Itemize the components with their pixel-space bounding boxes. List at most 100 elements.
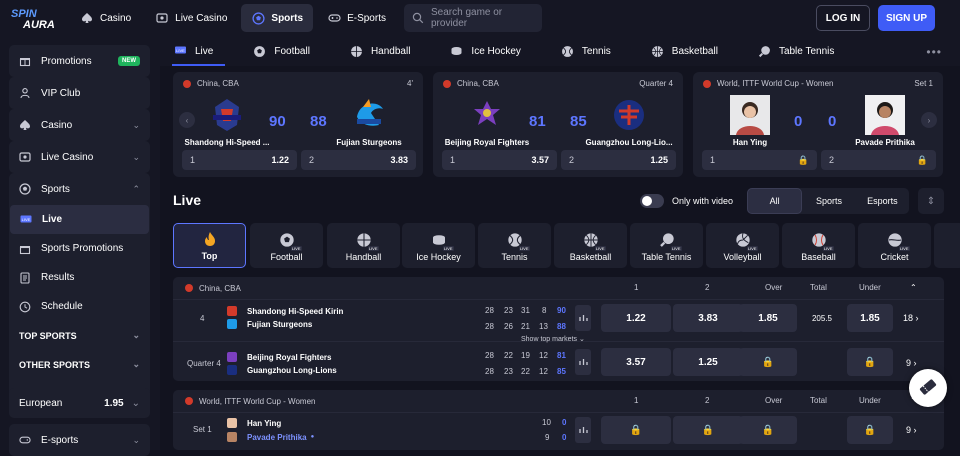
featured-match-card[interactable]: China, CBA 4' ‹ 90 88 Shandong Hi-Speed … [173,72,423,177]
quarter-score: 31 [521,306,530,315]
category-more[interactable] [934,223,960,268]
sidebar-sub-results[interactable]: Results [9,263,150,292]
category-volleyball[interactable]: LIVE Volleyball [706,223,779,268]
more-icon[interactable]: ••• [926,45,942,59]
stats-icon[interactable] [575,349,591,375]
table-row[interactable]: Set 1 Han Ying Pavade Prithika ● 10 0 9 0… [173,414,944,450]
handball-icon: LIVE [356,232,379,251]
category-baseball[interactable]: LIVE Baseball [782,223,855,268]
stats-icon[interactable] [575,417,591,443]
odd-button-locked[interactable]: 1 🔒 [702,150,817,170]
filter-all[interactable]: All [747,188,803,214]
lock-icon: 🔒 [797,154,809,165]
odd-button[interactable]: 1 3.57 [442,150,557,170]
quarter-score: 12 [539,351,548,360]
nav-live-casino[interactable]: Live Casino [145,4,237,32]
odd-button[interactable]: 3.83 [673,304,743,332]
sidebar-item-casino[interactable]: Casino ⌄ [9,109,150,141]
tab-football[interactable]: Football [251,36,312,66]
stats-icon[interactable] [575,305,591,331]
lock-icon[interactable]: 🔒 [601,416,671,444]
category-ice-hockey[interactable]: LIVE Ice Hockey [402,223,475,268]
home-team: Beijing Royal Fighters [444,138,530,147]
filter-sports[interactable]: Sports [802,188,855,214]
signup-button[interactable]: SIGN UP [878,5,935,31]
odd-button-locked[interactable]: 2 🔒 [821,150,936,170]
login-button[interactable]: LOG IN [816,5,870,31]
only-video-label: Only with video [672,196,734,206]
sidebar-item-promotions[interactable]: Promotions NEW [9,45,150,77]
gamepad-icon [19,434,31,446]
more-markets-link[interactable]: 18 › [903,313,919,323]
chevron-right-icon[interactable]: › [921,112,937,128]
odd-button[interactable]: 2 1.25 [561,150,676,170]
table-row[interactable]: 4 Shandong Hi-Speed Kirin Fujian Sturgeo… [173,301,944,337]
filter-esports[interactable]: Esports [856,188,909,214]
odd-button[interactable]: 1.22 [601,304,671,332]
sidebar-item-live-casino[interactable]: Live Casino ⌄ [9,141,150,173]
category-top[interactable]: Top [173,223,246,268]
sidebar-sub-schedule[interactable]: Schedule [9,292,150,321]
category-cricket[interactable]: LIVE Cricket [858,223,931,268]
collapse-icon[interactable]: ⇕ [918,188,944,214]
quarter-score: 22 [504,351,513,360]
odds-format-select[interactable]: European 1.95 ⌄ [9,388,150,418]
show-top-markets-link[interactable]: Show top markets ⌄ [521,335,585,343]
category-football[interactable]: LIVE Football [250,223,323,268]
sidebar-other-sports[interactable]: OTHER SPORTS ⌄ [9,350,150,379]
sidebar-item-esports[interactable]: E-sports ⌄ [9,424,150,456]
lock-icon[interactable]: 🔒 [739,416,797,444]
betslip-button[interactable] [909,369,947,407]
lock-icon[interactable]: 🔒 [673,416,743,444]
tab-table-tennis[interactable]: Table Tennis [756,36,836,66]
nav-sports[interactable]: Sports [241,4,314,32]
tab-ice-hockey[interactable]: Ice Hockey [448,36,522,66]
chevron-down-icon: ⌄ [131,397,140,409]
category-label: Baseball [801,252,836,262]
odd-button[interactable]: 1.25 [673,348,743,376]
table-tennis-icon: LIVE [659,232,682,251]
sidebar-sub-promotions[interactable]: Sports Promotions [9,234,150,263]
nav-casino[interactable]: Casino [70,4,141,32]
nav-casino-label: Casino [100,12,132,24]
more-markets-link[interactable]: 9 › [906,425,917,435]
away-team: Guangzhou Long-Lio... [585,138,673,147]
total-score: 0 [562,433,567,442]
team-logo [474,101,500,125]
table-row[interactable]: Quarter 4 Beijing Royal Fighters Guangzh… [173,345,944,381]
tab-tennis[interactable]: Tennis [559,36,613,66]
lock-icon[interactable]: 🔒 [739,348,797,376]
odd-button-under[interactable]: 1.85 [847,304,893,332]
more-markets-link[interactable]: 9 › [906,358,917,368]
tab-basketball[interactable]: Basketball [649,36,720,66]
video-toggle[interactable] [640,194,664,208]
tab-handball[interactable]: Handball [348,36,412,66]
category-table-tennis[interactable]: LIVE Table Tennis [630,223,703,268]
tab-live[interactable]: LIVE Live [172,36,226,66]
search-input[interactable]: Search game or provider [403,4,542,32]
sidebar-top-sports[interactable]: TOP SPORTS ⌄ [9,321,150,350]
odd-button[interactable]: 1 1.22 [182,150,297,170]
category-handball[interactable]: LIVE Handball [327,223,400,268]
category-tennis[interactable]: LIVE Tennis [478,223,551,268]
chevron-up-icon[interactable]: ⌃ [910,283,917,292]
category-basketball[interactable]: LIVE Basketball [554,223,627,268]
category-label: Top [201,251,218,261]
odd-button-over[interactable]: 1.85 [739,304,797,332]
chevron-up-icon: ⌃ [132,183,140,194]
nav-esports[interactable]: E-Sports [317,4,396,32]
chevron-left-icon[interactable]: ‹ [179,112,195,128]
lock-icon[interactable]: 🔒 [847,416,893,444]
featured-match-card[interactable]: World, ITTF World Cup - Women Set 1 0 0 … [693,72,943,177]
lock-icon[interactable]: 🔒 [847,348,893,376]
odd-button[interactable]: 2 3.83 [301,150,416,170]
sidebar-item-sports[interactable]: Sports ⌃ [9,173,150,205]
sidebar-sub-live[interactable]: LIVE Live [10,205,149,234]
sidebar-promotions-label: Promotions [41,55,92,67]
odd-button[interactable]: 3.57 [601,348,671,376]
sidebar-item-vip[interactable]: VIP Club [9,77,150,109]
featured-match-card[interactable]: China, CBA Quarter 4 81 85 Beijing Royal… [433,72,683,177]
brand-logo[interactable]: SPIN AURA [0,0,70,36]
sidebar-group-casino: Casino ⌄ [9,109,150,141]
tab-handball-label: Handball [370,45,411,57]
